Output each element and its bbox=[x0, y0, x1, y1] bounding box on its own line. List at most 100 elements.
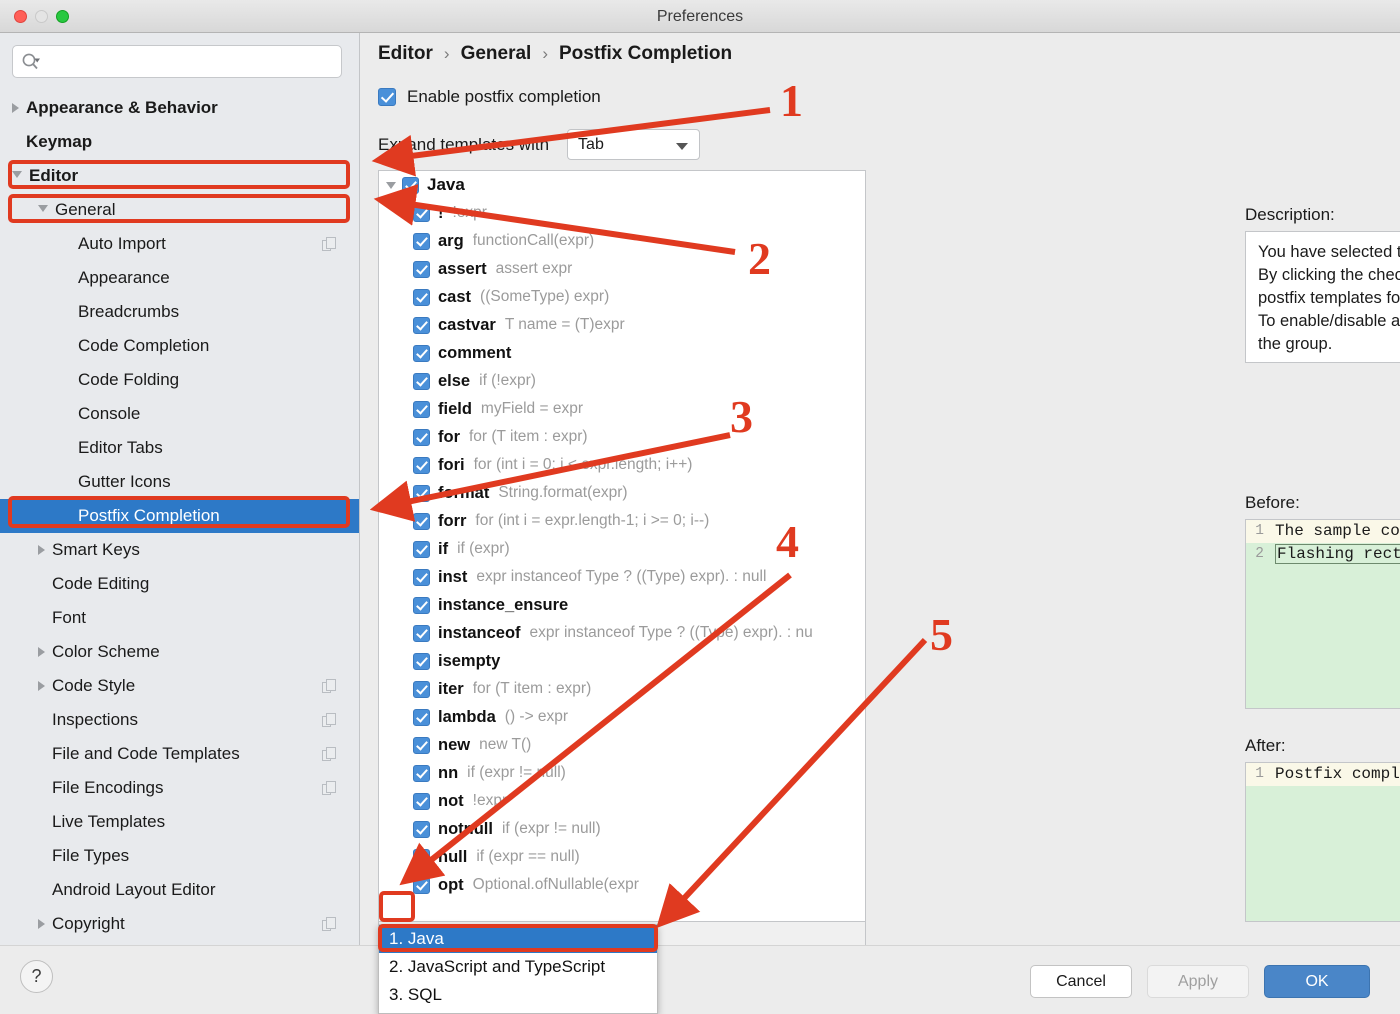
sidebar-item-keymap[interactable]: Keymap bbox=[0, 125, 359, 159]
template-checkbox[interactable] bbox=[413, 848, 430, 866]
template-checkbox[interactable] bbox=[413, 512, 430, 530]
template-group-checkbox[interactable] bbox=[402, 176, 419, 194]
template-group-java[interactable]: Java bbox=[379, 171, 865, 199]
expand-templates-select[interactable]: Tab bbox=[567, 129, 701, 160]
template-row[interactable]: fori for (int i = 0; i < expr.length; i++… bbox=[379, 451, 865, 479]
search-box[interactable] bbox=[12, 45, 342, 78]
sidebar-item-file-types[interactable]: File Types bbox=[0, 839, 359, 873]
template-row[interactable]: format String.format(expr) bbox=[379, 479, 865, 507]
template-checkbox[interactable] bbox=[413, 456, 430, 474]
template-checkbox[interactable] bbox=[413, 372, 430, 390]
chevron-right-icon[interactable] bbox=[38, 647, 45, 657]
template-checkbox[interactable] bbox=[413, 624, 430, 642]
template-checkbox[interactable] bbox=[413, 316, 430, 334]
sidebar-item-code-editing[interactable]: Code Editing bbox=[0, 567, 359, 601]
template-row[interactable]: for for (T item : expr) bbox=[379, 423, 865, 451]
template-row[interactable]: comment bbox=[379, 339, 865, 367]
template-checkbox[interactable] bbox=[413, 540, 430, 558]
sidebar-item-file-encodings[interactable]: File Encodings bbox=[0, 771, 359, 805]
template-checkbox[interactable] bbox=[413, 568, 430, 586]
template-checkbox[interactable] bbox=[413, 652, 430, 670]
template-row[interactable]: forr for (int i = expr.length-1; i >= 0; … bbox=[379, 507, 865, 535]
template-row[interactable]: field myField = expr bbox=[379, 395, 865, 423]
sidebar-item-android-layout-editor[interactable]: Android Layout Editor bbox=[0, 873, 359, 907]
enable-postfix-checkbox[interactable] bbox=[378, 88, 396, 106]
template-checkbox[interactable] bbox=[413, 820, 430, 838]
cancel-button[interactable]: Cancel bbox=[1030, 965, 1132, 998]
sidebar-item-live-templates[interactable]: Live Templates bbox=[0, 805, 359, 839]
menu-item[interactable]: 2. JavaScript and TypeScript bbox=[379, 953, 657, 981]
template-row[interactable]: instance_ensure bbox=[379, 591, 865, 619]
sidebar-item-copyright[interactable]: Copyright bbox=[0, 907, 359, 941]
template-checkbox[interactable] bbox=[413, 288, 430, 306]
chevron-right-icon[interactable] bbox=[38, 681, 45, 691]
sidebar-item-appearance-behavior[interactable]: Appearance & Behavior bbox=[0, 91, 359, 125]
sidebar-item-file-and-code-templates[interactable]: File and Code Templates bbox=[0, 737, 359, 771]
sidebar-item-general[interactable]: General bbox=[0, 193, 359, 227]
template-checkbox[interactable] bbox=[413, 400, 430, 418]
sidebar-item-code-completion[interactable]: Code Completion bbox=[0, 329, 359, 363]
sidebar-item-code-folding[interactable]: Code Folding bbox=[0, 363, 359, 397]
template-row[interactable]: instanceof expr instanceof Type ? ((Type)… bbox=[379, 619, 865, 647]
sidebar-item-gutter-icons[interactable]: Gutter Icons bbox=[0, 465, 359, 499]
template-list[interactable]: Java! !expr arg functionCall(expr) assert ass… bbox=[378, 170, 866, 922]
sidebar-item-postfix-completion[interactable]: Postfix Completion bbox=[0, 499, 359, 533]
ok-button[interactable]: OK bbox=[1264, 965, 1370, 998]
chevron-down-icon[interactable] bbox=[12, 171, 22, 183]
menu-item[interactable]: 3. SQL bbox=[379, 981, 657, 1009]
template-checkbox[interactable] bbox=[413, 792, 430, 810]
sidebar-item-inlay-hints[interactable]: Inlay Hints bbox=[0, 941, 359, 944]
template-checkbox[interactable] bbox=[413, 764, 430, 782]
sidebar-item-inspections[interactable]: Inspections bbox=[0, 703, 359, 737]
template-row[interactable]: opt Optional.ofNullable(expr bbox=[379, 871, 865, 899]
add-language-menu[interactable]: 1. Java 2. JavaScript and TypeScript 3. SQ… bbox=[378, 924, 658, 1014]
sidebar-item-auto-import[interactable]: Auto Import bbox=[0, 227, 359, 261]
template-row[interactable]: notnull if (expr != null) bbox=[379, 815, 865, 843]
search-input[interactable] bbox=[46, 53, 326, 70]
template-row[interactable]: lambda () -> expr bbox=[379, 703, 865, 731]
chevron-right-icon[interactable] bbox=[12, 103, 19, 113]
template-checkbox[interactable] bbox=[413, 708, 430, 726]
sidebar-item-code-style[interactable]: Code Style bbox=[0, 669, 359, 703]
menu-item[interactable]: 1. Java bbox=[379, 925, 657, 953]
template-row[interactable]: new new T() bbox=[379, 731, 865, 759]
template-row[interactable]: else if (!expr) bbox=[379, 367, 865, 395]
template-checkbox[interactable] bbox=[413, 260, 430, 278]
template-checkbox[interactable] bbox=[413, 736, 430, 754]
sidebar-item-editor-tabs[interactable]: Editor Tabs bbox=[0, 431, 359, 465]
chevron-right-icon[interactable] bbox=[38, 545, 45, 555]
template-row[interactable]: ! !expr bbox=[379, 199, 865, 227]
template-checkbox[interactable] bbox=[413, 596, 430, 614]
sidebar-item-font[interactable]: Font bbox=[0, 601, 359, 635]
template-row[interactable]: castvar T name = (T)expr bbox=[379, 311, 865, 339]
template-checkbox[interactable] bbox=[413, 344, 430, 362]
sidebar-item-color-scheme[interactable]: Color Scheme bbox=[0, 635, 359, 669]
sidebar-item-editor[interactable]: Editor bbox=[0, 159, 359, 193]
sidebar-item-appearance[interactable]: Appearance bbox=[0, 261, 359, 295]
template-row[interactable]: null if (expr == null) bbox=[379, 843, 865, 871]
chevron-down-icon[interactable] bbox=[386, 181, 396, 189]
apply-button[interactable]: Apply bbox=[1147, 965, 1249, 998]
template-checkbox[interactable] bbox=[413, 204, 430, 222]
template-checkbox[interactable] bbox=[413, 680, 430, 698]
sidebar-item-smart-keys[interactable]: Smart Keys bbox=[0, 533, 359, 567]
template-checkbox[interactable] bbox=[413, 876, 430, 894]
template-checkbox[interactable] bbox=[413, 428, 430, 446]
template-row[interactable]: if if (expr) bbox=[379, 535, 865, 563]
template-row[interactable]: inst expr instanceof Type ? ((Type) expr)… bbox=[379, 563, 865, 591]
sidebar-item-console[interactable]: Console bbox=[0, 397, 359, 431]
enable-postfix-row[interactable]: Enable postfix completion bbox=[378, 87, 601, 107]
chevron-right-icon[interactable] bbox=[38, 919, 45, 929]
chevron-down-icon[interactable] bbox=[38, 205, 48, 217]
template-row[interactable]: arg functionCall(expr) bbox=[379, 227, 865, 255]
template-row[interactable]: cast ((SomeType) expr) bbox=[379, 283, 865, 311]
template-row[interactable]: not !expr bbox=[379, 787, 865, 815]
template-checkbox[interactable] bbox=[413, 484, 430, 502]
help-button[interactable]: ? bbox=[20, 960, 53, 993]
template-checkbox[interactable] bbox=[413, 232, 430, 250]
template-row[interactable]: nn if (expr != null) bbox=[379, 759, 865, 787]
template-row[interactable]: assert assert expr bbox=[379, 255, 865, 283]
sidebar-item-breadcrumbs[interactable]: Breadcrumbs bbox=[0, 295, 359, 329]
settings-tree[interactable]: Appearance & Behavior Keymap Editor General… bbox=[0, 91, 359, 944]
template-row[interactable]: iter for (T item : expr) bbox=[379, 675, 865, 703]
